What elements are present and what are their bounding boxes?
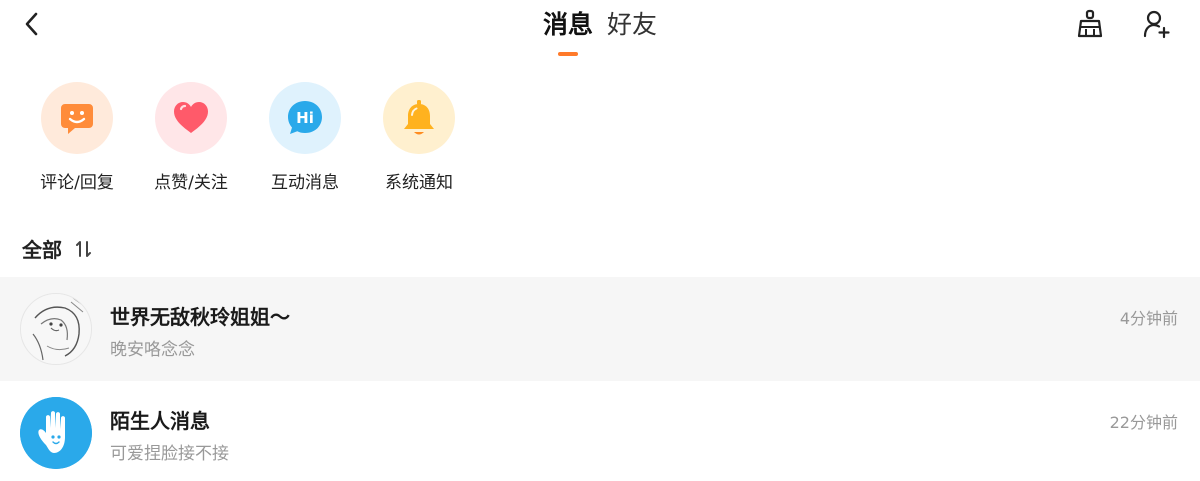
list-item[interactable]: 世界无敌秋玲姐姐～ 晚安咯念念 4分钟前 xyxy=(0,277,1200,381)
category-system[interactable]: 系统通知 xyxy=(362,82,476,193)
category-system-label: 系统通知 xyxy=(385,173,453,193)
category-comments-badge xyxy=(41,82,113,154)
comment-icon xyxy=(61,104,93,134)
tab-messages-label: 消息 xyxy=(542,10,593,39)
sort-icon xyxy=(76,240,91,257)
message-time: 4分钟前 xyxy=(1119,309,1178,328)
add-user-icon xyxy=(1143,10,1170,39)
svg-text:Hi: Hi xyxy=(296,109,314,127)
category-likes[interactable]: 点赞/关注 xyxy=(134,82,248,193)
message-time: 22分钟前 xyxy=(1109,413,1178,432)
hi-icon: Hi xyxy=(288,101,322,134)
avatar xyxy=(20,397,92,469)
avatar xyxy=(20,293,92,365)
bell-icon xyxy=(404,100,434,135)
list-title: 全部 xyxy=(22,238,62,262)
clear-unread-button[interactable] xyxy=(1074,8,1106,40)
broom-icon xyxy=(1077,9,1103,38)
heart-icon xyxy=(174,102,208,133)
category-interactions-label: 互动消息 xyxy=(271,173,339,193)
hand-avatar-icon xyxy=(20,397,92,469)
category-interactions-badge: Hi xyxy=(269,82,341,154)
tab-bar: 消息 好友 xyxy=(0,6,1200,56)
category-comments[interactable]: 评论/回复 xyxy=(20,82,134,193)
list-item[interactable]: 陌生人消息 可爱捏脸接不接 22分钟前 xyxy=(0,381,1200,481)
sort-button[interactable] xyxy=(72,237,96,261)
contact-name: 陌生人消息 xyxy=(110,409,210,433)
tab-friends[interactable]: 好友 xyxy=(607,6,657,44)
sketch-avatar-icon xyxy=(21,294,91,364)
active-tab-indicator xyxy=(557,52,578,56)
category-interactions[interactable]: Hi 互动消息 xyxy=(248,82,362,193)
add-friend-button[interactable] xyxy=(1141,8,1173,40)
category-shortcuts: 评论/回复 点赞/关注 Hi 互动消息 系统通知 xyxy=(20,82,476,193)
top-bar: 消息 好友 xyxy=(0,0,1200,62)
category-likes-badge xyxy=(155,82,227,154)
category-likes-label: 点赞/关注 xyxy=(154,173,228,193)
category-system-badge xyxy=(383,82,455,154)
category-comments-label: 评论/回复 xyxy=(40,173,114,193)
message-preview: 可爱捏脸接不接 xyxy=(110,444,229,464)
message-preview: 晚安咯念念 xyxy=(110,340,195,360)
contact-name: 世界无敌秋玲姐姐～ xyxy=(110,305,290,329)
tab-friends-label: 好友 xyxy=(607,10,658,39)
list-header: 全部 xyxy=(22,234,96,263)
tab-messages[interactable]: 消息 xyxy=(542,6,593,56)
